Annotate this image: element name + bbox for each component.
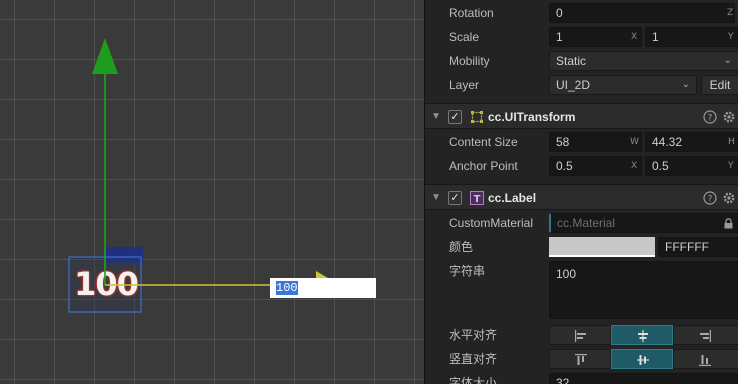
string-label: 字符串 [449, 264, 486, 278]
mobility-row: Mobility Static ⌄ [425, 49, 738, 73]
label-enabled-checkbox[interactable]: ✓ [448, 191, 462, 205]
scale-row: Scale 1 X 1 Y [425, 25, 738, 49]
anchor-point-label: Anchor Point [449, 159, 518, 173]
anchor-x-axis-label: X [631, 161, 638, 171]
settings-gear-icon[interactable] [722, 191, 736, 205]
scale-label: Scale [449, 30, 480, 44]
lock-icon[interactable] [723, 218, 734, 229]
color-hex-field[interactable]: FFFFFF [658, 237, 738, 257]
anchor-point-row: Anchor Point 0.5 X 0.5 Y [425, 154, 738, 178]
align-left-button[interactable] [549, 325, 611, 345]
scale-x-field[interactable]: 1 [549, 27, 642, 47]
color-row: 颜色 FFFFFF [425, 235, 738, 259]
rotation-label: Rotation [449, 6, 494, 20]
label-component-icon: T [470, 191, 484, 205]
chevron-down-icon: ⌄ [681, 79, 690, 90]
settings-gear-icon[interactable] [722, 110, 736, 124]
font-size-row: 字体大小 32 [425, 371, 738, 384]
inline-value-input[interactable] [270, 278, 376, 298]
collapse-caret-icon[interactable]: ▼ [431, 185, 441, 211]
inspector-panel: Rotation 0 Z Scale 1 X 1 Y Mobility Stat… [424, 0, 738, 384]
content-size-label: Content Size [449, 135, 518, 149]
h-align-row: 水平对齐 [425, 323, 738, 347]
layer-edit-button[interactable]: Edit [701, 75, 738, 95]
uitransform-title: cc.UITransform [488, 110, 576, 124]
align-center-button[interactable] [611, 325, 673, 345]
anchor-y-field[interactable]: 0.5 [645, 156, 738, 176]
svg-text:?: ? [708, 114, 713, 124]
rotation-row: Rotation 0 Z [425, 1, 738, 25]
content-size-w-field[interactable]: 58 [549, 132, 642, 152]
align-bottom-button[interactable] [673, 349, 738, 369]
font-size-label: 字体大小 [449, 376, 498, 384]
layer-row: Layer UI_2D ⌄ Edit [425, 73, 738, 97]
label-component-title: cc.Label [488, 191, 537, 205]
anchor-x-field[interactable]: 0.5 [549, 156, 642, 176]
custom-material-label: CustomMaterial [449, 216, 534, 230]
scale-y-axis-label: Y [728, 32, 734, 42]
align-middle-icon [637, 355, 649, 365]
align-left-icon [575, 330, 586, 342]
font-size-field[interactable]: 32 [549, 373, 738, 384]
collapse-caret-icon[interactable]: ▼ [431, 104, 441, 130]
uitransform-enabled-checkbox[interactable]: ✓ [448, 110, 462, 124]
layer-select[interactable]: UI_2D ⌄ [549, 75, 697, 95]
layer-value: UI_2D [556, 78, 591, 92]
content-size-row: Content Size 58 W 44.32 H [425, 130, 738, 154]
string-textarea[interactable]: 100 [549, 261, 738, 319]
uitransform-header[interactable]: ▼ ✓ cc.UITransform ? [425, 103, 738, 129]
align-top-icon [575, 354, 587, 365]
align-middle-button[interactable] [611, 349, 673, 369]
mobility-value: Static [556, 54, 587, 68]
label-component-header[interactable]: ▼ ✓ T cc.Label ? [425, 184, 738, 210]
svg-text:T: T [474, 194, 481, 205]
mobility-label: Mobility [449, 54, 490, 68]
scene-viewport[interactable]: 100 [0, 0, 424, 384]
h-align-label: 水平对齐 [449, 328, 498, 342]
help-icon[interactable]: ? [703, 110, 717, 124]
align-center-icon [638, 330, 648, 342]
custom-material-asset-field[interactable]: cc.Material [549, 213, 738, 233]
gizmo-y-arrow-icon [92, 38, 118, 74]
scale-x-axis-label: X [631, 32, 638, 42]
content-size-h-field[interactable]: 44.32 [645, 132, 738, 152]
content-size-h-axis-label: H [728, 137, 735, 147]
chevron-down-icon: ⌄ [723, 55, 732, 66]
custom-material-row: CustomMaterial cc.Material [425, 211, 738, 235]
mobility-select[interactable]: Static ⌄ [549, 51, 738, 71]
align-right-icon [700, 330, 711, 342]
string-row: 字符串 100 [425, 259, 738, 323]
uitransform-icon [471, 111, 483, 123]
svg-text:?: ? [708, 195, 713, 205]
rotation-z-axis-label: Z [727, 8, 734, 18]
layer-label: Layer [449, 78, 480, 92]
rotation-z-field[interactable]: 0 [549, 3, 735, 23]
scale-y-field[interactable]: 1 [645, 27, 738, 47]
v-align-row: 竖直对齐 [425, 347, 738, 371]
content-size-w-axis-label: W [630, 137, 639, 147]
color-label: 颜色 [449, 240, 474, 254]
align-right-button[interactable] [673, 325, 738, 345]
move-gizmo[interactable] [0, 0, 424, 384]
align-top-button[interactable] [549, 349, 611, 369]
v-align-label: 竖直对齐 [449, 352, 498, 366]
color-swatch[interactable] [549, 237, 655, 257]
help-icon[interactable]: ? [703, 191, 717, 205]
anchor-y-axis-label: Y [728, 161, 734, 171]
align-bottom-icon [699, 355, 711, 366]
